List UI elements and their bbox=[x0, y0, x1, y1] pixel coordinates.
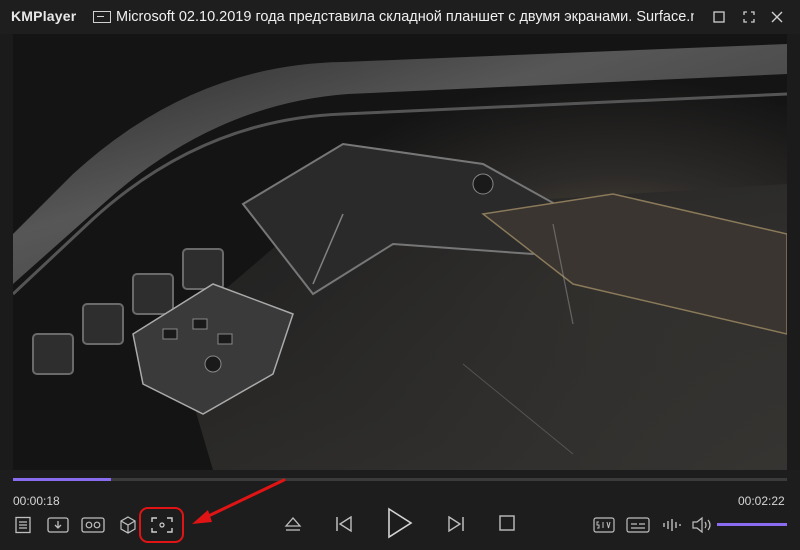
volume-slider[interactable] bbox=[717, 523, 787, 526]
play-icon bbox=[388, 507, 413, 539]
pin-icon bbox=[713, 11, 725, 23]
subtitle-button[interactable] bbox=[625, 515, 651, 535]
screen-capture-button[interactable] bbox=[148, 514, 176, 536]
volume-icon bbox=[692, 516, 711, 534]
download-icon bbox=[47, 517, 69, 533]
video-display[interactable] bbox=[13, 34, 787, 470]
vr-button[interactable] bbox=[80, 515, 106, 535]
next-button[interactable] bbox=[443, 510, 469, 538]
title-bar[interactable]: KMPlayer Microsoft 02.10.2019 года предс… bbox=[0, 0, 800, 34]
total-time: 00:02:22 bbox=[738, 494, 785, 508]
close-button[interactable] bbox=[766, 6, 788, 28]
kmplayer-window: KMPlayer Microsoft 02.10.2019 года предс… bbox=[0, 0, 800, 550]
close-icon bbox=[771, 11, 783, 23]
3d-icon bbox=[120, 516, 136, 534]
play-button[interactable] bbox=[382, 503, 416, 543]
previous-icon bbox=[336, 515, 352, 533]
playlist-button[interactable] bbox=[13, 515, 33, 535]
playlist-icon bbox=[15, 516, 31, 534]
seek-bar-progress bbox=[13, 478, 112, 481]
download-button[interactable] bbox=[46, 515, 70, 535]
previous-button[interactable] bbox=[331, 510, 357, 538]
equalizer-icon bbox=[663, 519, 681, 531]
equalizer-button[interactable] bbox=[660, 515, 686, 535]
volume-slider-level bbox=[717, 523, 787, 526]
stop-button[interactable] bbox=[496, 512, 518, 534]
3d-button[interactable] bbox=[117, 514, 139, 536]
volume-button[interactable] bbox=[690, 514, 714, 536]
file-icon bbox=[93, 11, 111, 23]
vr-icon bbox=[81, 517, 105, 533]
current-time: 00:00:18 bbox=[13, 494, 60, 508]
window-title: Microsoft 02.10.2019 года представила ск… bbox=[116, 9, 694, 25]
app-logo[interactable]: KMPlayer bbox=[11, 8, 76, 24]
seek-bar[interactable] bbox=[13, 478, 787, 481]
annotation-arrow bbox=[192, 478, 286, 524]
surround-button[interactable] bbox=[592, 515, 616, 535]
fullscreen-icon bbox=[743, 11, 755, 23]
video-frame-image bbox=[13, 34, 787, 470]
stop-icon bbox=[499, 515, 515, 531]
fullscreen-button[interactable] bbox=[738, 6, 760, 28]
surround-5-1-icon bbox=[593, 517, 615, 533]
pin-button[interactable] bbox=[708, 6, 730, 28]
next-icon bbox=[448, 515, 464, 533]
screen-capture-icon bbox=[151, 517, 173, 533]
control-bar: 00:00:18 00:02:22 bbox=[0, 470, 800, 550]
subtitle-icon bbox=[626, 517, 650, 533]
